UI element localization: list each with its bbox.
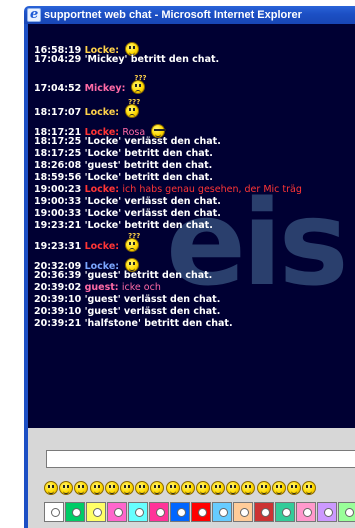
sleepy-icon[interactable] [241, 481, 256, 495]
kiss-icon[interactable] [271, 481, 286, 495]
window-title: supportnet web chat - Microsoft Internet… [44, 9, 302, 21]
color-swatch[interactable] [338, 502, 355, 522]
chat-line: 18:59:56 'Locke' betritt den chat. [34, 172, 213, 183]
angry-icon[interactable] [150, 481, 165, 495]
thinking-smiley-icon: ??? [125, 98, 140, 118]
chat-log: eis 16:58:19 Locke: 17:04:29 'Mickey' be… [28, 24, 355, 428]
surprised-icon[interactable] [135, 481, 150, 495]
emoji-picker: ??? [44, 480, 355, 496]
color-swatch[interactable] [191, 502, 211, 522]
devil-icon[interactable] [256, 481, 271, 495]
confused-icon[interactable] [226, 481, 241, 495]
shock-icon[interactable] [302, 481, 317, 495]
tongue-icon[interactable] [104, 481, 119, 495]
message-input[interactable] [46, 450, 355, 468]
chat-nick: Locke: [84, 107, 120, 118]
color-swatch[interactable] [275, 502, 295, 522]
cool-icon[interactable] [165, 481, 180, 495]
chat-line: 19:23:31 Locke:??? [34, 232, 141, 252]
cry-icon[interactable] [195, 481, 210, 495]
chat-line: 19:00:33 'Locke' verlässt den chat. [34, 208, 221, 219]
color-swatch[interactable] [128, 502, 148, 522]
color-swatch[interactable] [296, 502, 316, 522]
chat-line: 18:17:25 'Locke' verlässt den chat. [34, 136, 221, 147]
thinking-smiley-icon: ??? [125, 232, 140, 252]
internet-explorer-icon [27, 6, 41, 24]
chat-line: 20:39:02 guest: icke och [34, 282, 161, 293]
chat-line: 18:26:08 'guest' betritt den chat. [34, 160, 213, 171]
chat-line: 20:39:10 'guest' verlässt den chat. [34, 306, 221, 317]
laugh-icon[interactable] [74, 481, 89, 495]
color-swatch[interactable] [149, 502, 169, 522]
chat-line: 17:04:52 Mickey:??? [34, 74, 147, 94]
nerd-icon[interactable] [287, 481, 301, 495]
chat-line: 18:17:07 Locke:??? [34, 98, 141, 118]
think-icon[interactable] [119, 481, 134, 495]
chat-line: 20:36:39 'guest' betritt den chat. [34, 270, 213, 281]
chat-nick: Locke: [84, 241, 120, 252]
color-swatch[interactable] [233, 502, 253, 522]
chat-line: 20:39:10 'guest' verlässt den chat. [34, 294, 221, 305]
chat-nick: guest: [84, 282, 119, 293]
color-swatch[interactable] [212, 502, 232, 522]
chat-line: 19:23:21 'Locke' betritt den chat. [34, 220, 213, 231]
color-swatch[interactable] [65, 502, 85, 522]
color-swatch[interactable] [107, 502, 127, 522]
color-swatch[interactable] [254, 502, 274, 522]
chat-nick: Mickey: [84, 83, 126, 94]
window-titlebar: supportnet web chat - Microsoft Internet… [24, 6, 355, 24]
chat-line: 18:17:25 'Locke' betritt den chat. [34, 148, 213, 159]
color-swatch[interactable] [170, 502, 190, 522]
color-swatch[interactable] [86, 502, 106, 522]
chat-line: 19:00:23 Locke: ich habs genau gesehen, … [34, 184, 302, 195]
wink-icon[interactable] [89, 481, 104, 495]
chat-line: 19:00:33 'Locke' verlässt den chat. [34, 196, 221, 207]
blush-icon[interactable] [211, 481, 226, 495]
grin-icon[interactable] [59, 481, 74, 495]
thinking-smiley-icon: ??? [131, 74, 147, 94]
color-swatch[interactable] [317, 502, 337, 522]
chat-nick: Locke: [84, 184, 120, 195]
chat-composer-panel: ??? [28, 428, 355, 528]
color-picker [44, 502, 355, 522]
color-swatch[interactable] [44, 502, 64, 522]
chat-line: 20:39:21 'halfstone' betritt den chat. [34, 318, 233, 329]
chat-line: 17:04:29 'Mickey' betritt den chat. [34, 54, 220, 65]
smile-icon[interactable] [44, 481, 58, 495]
sad-icon[interactable] [180, 481, 195, 495]
